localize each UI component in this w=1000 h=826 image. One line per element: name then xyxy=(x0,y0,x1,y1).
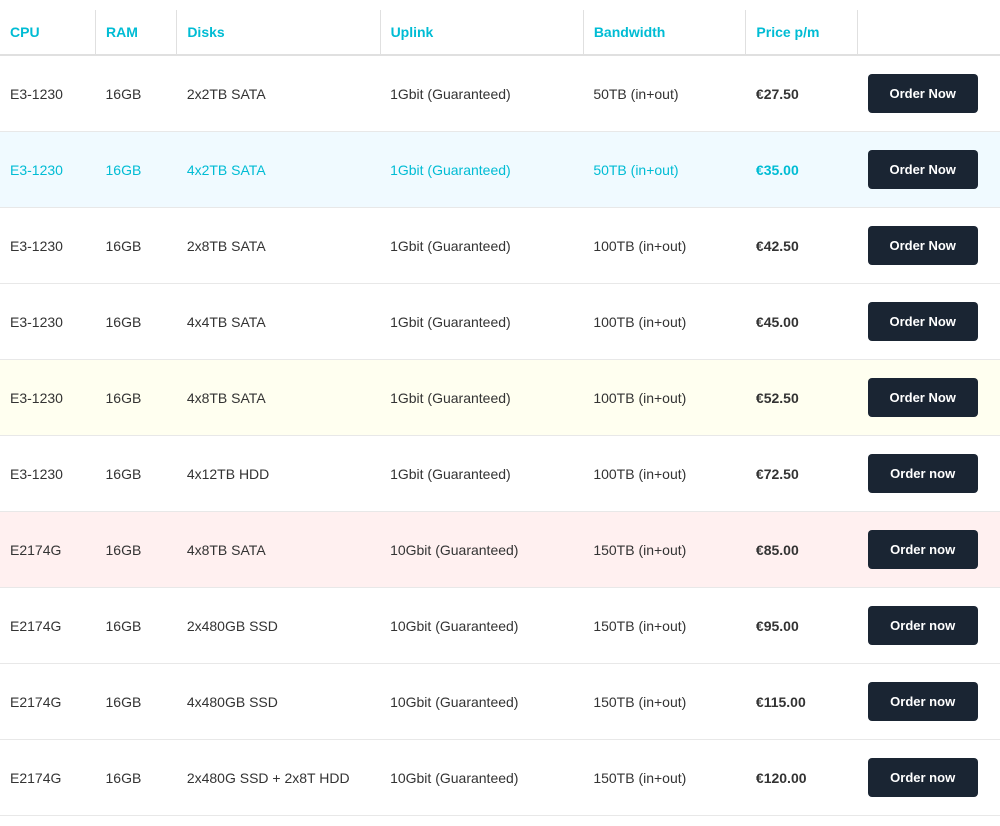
cell-uplink: 1Gbit (Guaranteed) xyxy=(380,360,583,436)
cell-price: €95.00 xyxy=(746,588,858,664)
cell-bandwidth: 150TB (in+out) xyxy=(583,740,746,816)
cell-ram: 16GB xyxy=(96,512,177,588)
cell-action: Order Now xyxy=(858,55,1000,132)
cell-disks: 4x8TB SATA xyxy=(177,360,380,436)
table-header-row: CPU RAM Disks Uplink Bandwidth Price p/m xyxy=(0,10,1000,55)
cell-bandwidth: 50TB (in+out) xyxy=(583,132,746,208)
cell-bandwidth: 100TB (in+out) xyxy=(583,208,746,284)
cell-disks: 2x2TB SATA xyxy=(177,55,380,132)
cell-action: Order now xyxy=(858,588,1000,664)
cell-uplink: 1Gbit (Guaranteed) xyxy=(380,132,583,208)
table-row: E2174G16GB4x8TB SATA10Gbit (Guaranteed)1… xyxy=(0,512,1000,588)
cell-action: Order Now xyxy=(858,132,1000,208)
cell-cpu: E3-1230 xyxy=(0,132,96,208)
cell-bandwidth: 50TB (in+out) xyxy=(583,55,746,132)
cell-ram: 16GB xyxy=(96,664,177,740)
cell-price: €120.00 xyxy=(746,740,858,816)
cell-ram: 16GB xyxy=(96,208,177,284)
cell-ram: 16GB xyxy=(96,360,177,436)
order-now-button[interactable]: Order Now xyxy=(868,150,978,189)
cell-action: Order Now xyxy=(858,360,1000,436)
cell-ram: 16GB xyxy=(96,55,177,132)
cell-bandwidth: 100TB (in+out) xyxy=(583,360,746,436)
order-now-button[interactable]: Order now xyxy=(868,530,978,569)
cell-cpu: E2174G xyxy=(0,588,96,664)
header-ram: RAM xyxy=(96,10,177,55)
cell-ram: 16GB xyxy=(96,436,177,512)
cell-cpu: E3-1230 xyxy=(0,284,96,360)
cell-price: €45.00 xyxy=(746,284,858,360)
order-now-button[interactable]: Order now xyxy=(868,454,978,493)
cell-action: Order Now xyxy=(858,208,1000,284)
cell-cpu: E2174G xyxy=(0,512,96,588)
header-bandwidth: Bandwidth xyxy=(583,10,746,55)
cell-uplink: 1Gbit (Guaranteed) xyxy=(380,436,583,512)
order-now-button[interactable]: Order Now xyxy=(868,378,978,417)
cell-ram: 16GB xyxy=(96,284,177,360)
cell-disks: 4x2TB SATA xyxy=(177,132,380,208)
cell-action: Order now xyxy=(858,664,1000,740)
header-price: Price p/m xyxy=(746,10,858,55)
cell-price: €27.50 xyxy=(746,55,858,132)
cell-uplink: 10Gbit (Guaranteed) xyxy=(380,740,583,816)
table-row: E3-123016GB4x12TB HDD1Gbit (Guaranteed)1… xyxy=(0,436,1000,512)
server-pricing-table: CPU RAM Disks Uplink Bandwidth Price p/m… xyxy=(0,0,1000,826)
cell-cpu: E3-1230 xyxy=(0,208,96,284)
table-row: E2174G16GB2x480GB SSD10Gbit (Guaranteed)… xyxy=(0,588,1000,664)
header-cpu: CPU xyxy=(0,10,96,55)
table-row: E2174G16GB2x480G SSD + 2x8T HDD10Gbit (G… xyxy=(0,740,1000,816)
cell-disks: 4x480GB SSD xyxy=(177,664,380,740)
table-row: E3-123016GB2x8TB SATA1Gbit (Guaranteed)1… xyxy=(0,208,1000,284)
header-action xyxy=(858,10,1000,55)
order-now-button[interactable]: Order Now xyxy=(868,302,978,341)
cell-price: €52.50 xyxy=(746,360,858,436)
cell-bandwidth: 150TB (in+out) xyxy=(583,588,746,664)
order-now-button[interactable]: Order Now xyxy=(868,74,978,113)
cell-action: Order now xyxy=(858,512,1000,588)
cell-cpu: E3-1230 xyxy=(0,436,96,512)
table-row: E3-123016GB4x8TB SATA1Gbit (Guaranteed)1… xyxy=(0,360,1000,436)
cell-price: €85.00 xyxy=(746,512,858,588)
cell-ram: 16GB xyxy=(96,740,177,816)
cell-disks: 4x12TB HDD xyxy=(177,436,380,512)
cell-price: €35.00 xyxy=(746,132,858,208)
cell-cpu: E2174G xyxy=(0,664,96,740)
cell-cpu: E2174G xyxy=(0,740,96,816)
cell-disks: 4x8TB SATA xyxy=(177,512,380,588)
cell-action: Order now xyxy=(858,740,1000,816)
order-now-button[interactable]: Order Now xyxy=(868,226,978,265)
cell-uplink: 10Gbit (Guaranteed) xyxy=(380,588,583,664)
cell-bandwidth: 100TB (in+out) xyxy=(583,284,746,360)
cell-disks: 2x8TB SATA xyxy=(177,208,380,284)
cell-uplink: 1Gbit (Guaranteed) xyxy=(380,55,583,132)
header-disks: Disks xyxy=(177,10,380,55)
cell-bandwidth: 150TB (in+out) xyxy=(583,664,746,740)
table-row: E3-123016GB4x2TB SATA1Gbit (Guaranteed)5… xyxy=(0,132,1000,208)
cell-price: €115.00 xyxy=(746,664,858,740)
cell-uplink: 10Gbit (Guaranteed) xyxy=(380,512,583,588)
header-uplink: Uplink xyxy=(380,10,583,55)
cell-disks: 2x480GB SSD xyxy=(177,588,380,664)
order-now-button[interactable]: Order now xyxy=(868,758,978,797)
table-row: E3-123016GB2x2TB SATA1Gbit (Guaranteed)5… xyxy=(0,55,1000,132)
cell-disks: 4x4TB SATA xyxy=(177,284,380,360)
cell-bandwidth: 150TB (in+out) xyxy=(583,512,746,588)
cell-ram: 16GB xyxy=(96,132,177,208)
table-row: E3-123016GB4x4TB SATA1Gbit (Guaranteed)1… xyxy=(0,284,1000,360)
cell-cpu: E3-1230 xyxy=(0,55,96,132)
cell-cpu: E3-1230 xyxy=(0,360,96,436)
cell-uplink: 1Gbit (Guaranteed) xyxy=(380,208,583,284)
cell-ram: 16GB xyxy=(96,588,177,664)
cell-price: €42.50 xyxy=(746,208,858,284)
table-row: E2174G16GB4x480GB SSD10Gbit (Guaranteed)… xyxy=(0,664,1000,740)
cell-action: Order Now xyxy=(858,284,1000,360)
cell-price: €72.50 xyxy=(746,436,858,512)
cell-bandwidth: 100TB (in+out) xyxy=(583,436,746,512)
cell-disks: 2x480G SSD + 2x8T HDD xyxy=(177,740,380,816)
cell-uplink: 10Gbit (Guaranteed) xyxy=(380,664,583,740)
cell-action: Order now xyxy=(858,436,1000,512)
cell-uplink: 1Gbit (Guaranteed) xyxy=(380,284,583,360)
order-now-button[interactable]: Order now xyxy=(868,606,978,645)
order-now-button[interactable]: Order now xyxy=(868,682,978,721)
